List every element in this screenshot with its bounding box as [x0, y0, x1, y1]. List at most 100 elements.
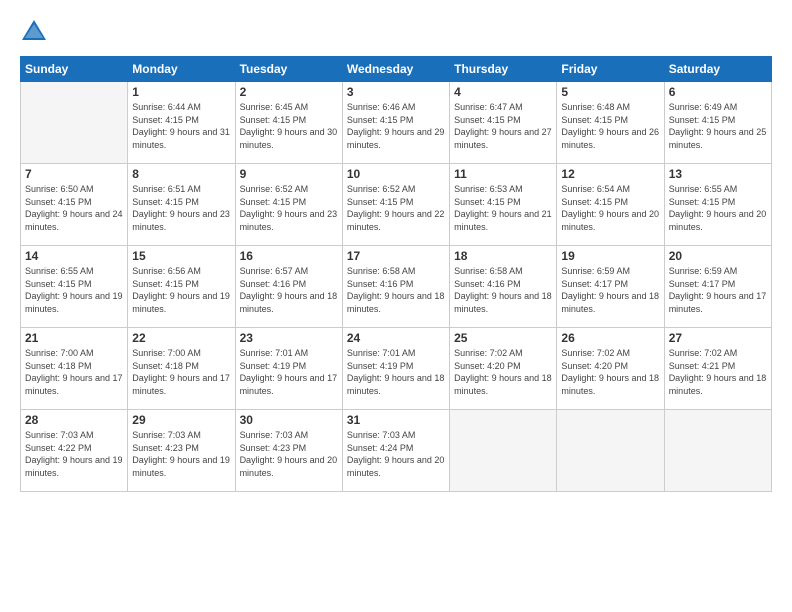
day-number: 19	[561, 249, 659, 263]
calendar-cell: 29 Sunrise: 7:03 AMSunset: 4:23 PMDayligh…	[128, 410, 235, 492]
week-row-0: 1 Sunrise: 6:44 AMSunset: 4:15 PMDaylight…	[21, 82, 772, 164]
day-number: 8	[132, 167, 230, 181]
day-info: Sunrise: 7:02 AMSunset: 4:20 PMDaylight:…	[454, 347, 552, 397]
calendar-cell: 30 Sunrise: 7:03 AMSunset: 4:23 PMDayligh…	[235, 410, 342, 492]
header	[20, 18, 772, 46]
day-info: Sunrise: 6:57 AMSunset: 4:16 PMDaylight:…	[240, 265, 338, 315]
day-number: 11	[454, 167, 552, 181]
day-info: Sunrise: 7:00 AMSunset: 4:18 PMDaylight:…	[25, 347, 123, 397]
day-info: Sunrise: 7:03 AMSunset: 4:23 PMDaylight:…	[132, 429, 230, 479]
day-number: 18	[454, 249, 552, 263]
day-number: 9	[240, 167, 338, 181]
day-info: Sunrise: 6:58 AMSunset: 4:16 PMDaylight:…	[454, 265, 552, 315]
day-info: Sunrise: 6:55 AMSunset: 4:15 PMDaylight:…	[669, 183, 767, 233]
calendar-cell: 1 Sunrise: 6:44 AMSunset: 4:15 PMDaylight…	[128, 82, 235, 164]
day-info: Sunrise: 6:59 AMSunset: 4:17 PMDaylight:…	[561, 265, 659, 315]
calendar-header: SundayMondayTuesdayWednesdayThursdayFrid…	[21, 57, 772, 82]
calendar-cell: 13Sunrise: 6:55 AMSunset: 4:15 PMDayligh…	[664, 164, 771, 246]
day-number: 22	[132, 331, 230, 345]
day-info: Sunrise: 7:01 AMSunset: 4:19 PMDaylight:…	[347, 347, 445, 397]
calendar-cell: 7 Sunrise: 6:50 AMSunset: 4:15 PMDaylight…	[21, 164, 128, 246]
calendar-cell: 28 Sunrise: 7:03 AMSunset: 4:22 PMDayligh…	[21, 410, 128, 492]
calendar-cell	[450, 410, 557, 492]
day-number: 20	[669, 249, 767, 263]
day-number: 30	[240, 413, 338, 427]
calendar-cell: 27 Sunrise: 7:02 AMSunset: 4:21 PMDayligh…	[664, 328, 771, 410]
calendar-cell	[21, 82, 128, 164]
day-number: 25	[454, 331, 552, 345]
day-number: 29	[132, 413, 230, 427]
header-cell-monday: Monday	[128, 57, 235, 82]
calendar-cell: 5 Sunrise: 6:48 AMSunset: 4:15 PMDaylight…	[557, 82, 664, 164]
day-info: Sunrise: 7:03 AMSunset: 4:24 PMDaylight:…	[347, 429, 445, 479]
day-info: Sunrise: 6:52 AMSunset: 4:15 PMDaylight:…	[347, 183, 445, 233]
calendar-table: SundayMondayTuesdayWednesdayThursdayFrid…	[20, 56, 772, 492]
calendar-cell	[664, 410, 771, 492]
day-number: 5	[561, 85, 659, 99]
calendar-cell: 8 Sunrise: 6:51 AMSunset: 4:15 PMDaylight…	[128, 164, 235, 246]
calendar-cell: 19 Sunrise: 6:59 AMSunset: 4:17 PMDayligh…	[557, 246, 664, 328]
header-cell-wednesday: Wednesday	[342, 57, 449, 82]
day-info: Sunrise: 7:03 AMSunset: 4:23 PMDaylight:…	[240, 429, 338, 479]
day-info: Sunrise: 6:51 AMSunset: 4:15 PMDaylight:…	[132, 183, 230, 233]
day-number: 6	[669, 85, 767, 99]
calendar-cell: 3 Sunrise: 6:46 AMSunset: 4:15 PMDaylight…	[342, 82, 449, 164]
day-info: Sunrise: 7:03 AMSunset: 4:22 PMDaylight:…	[25, 429, 123, 479]
day-number: 28	[25, 413, 123, 427]
calendar-cell: 22 Sunrise: 7:00 AMSunset: 4:18 PMDayligh…	[128, 328, 235, 410]
header-cell-tuesday: Tuesday	[235, 57, 342, 82]
day-number: 15	[132, 249, 230, 263]
day-info: Sunrise: 6:49 AMSunset: 4:15 PMDaylight:…	[669, 101, 767, 151]
calendar-cell: 9Sunrise: 6:52 AMSunset: 4:15 PMDaylight…	[235, 164, 342, 246]
calendar-cell: 25 Sunrise: 7:02 AMSunset: 4:20 PMDayligh…	[450, 328, 557, 410]
header-row: SundayMondayTuesdayWednesdayThursdayFrid…	[21, 57, 772, 82]
day-number: 10	[347, 167, 445, 181]
day-info: Sunrise: 6:45 AMSunset: 4:15 PMDaylight:…	[240, 101, 338, 151]
day-info: Sunrise: 7:00 AMSunset: 4:18 PMDaylight:…	[132, 347, 230, 397]
calendar-cell: 31Sunrise: 7:03 AMSunset: 4:24 PMDayligh…	[342, 410, 449, 492]
week-row-4: 28 Sunrise: 7:03 AMSunset: 4:22 PMDayligh…	[21, 410, 772, 492]
day-number: 26	[561, 331, 659, 345]
day-info: Sunrise: 6:54 AMSunset: 4:15 PMDaylight:…	[561, 183, 659, 233]
calendar-cell: 20Sunrise: 6:59 AMSunset: 4:17 PMDayligh…	[664, 246, 771, 328]
day-number: 4	[454, 85, 552, 99]
week-row-3: 21 Sunrise: 7:00 AMSunset: 4:18 PMDayligh…	[21, 328, 772, 410]
logo	[20, 18, 52, 46]
calendar-cell: 2 Sunrise: 6:45 AMSunset: 4:15 PMDaylight…	[235, 82, 342, 164]
day-number: 7	[25, 167, 123, 181]
calendar-cell: 10 Sunrise: 6:52 AMSunset: 4:15 PMDayligh…	[342, 164, 449, 246]
day-number: 27	[669, 331, 767, 345]
calendar-cell: 24 Sunrise: 7:01 AMSunset: 4:19 PMDayligh…	[342, 328, 449, 410]
calendar-body: 1 Sunrise: 6:44 AMSunset: 4:15 PMDaylight…	[21, 82, 772, 492]
day-info: Sunrise: 6:44 AMSunset: 4:15 PMDaylight:…	[132, 101, 230, 151]
week-row-1: 7 Sunrise: 6:50 AMSunset: 4:15 PMDaylight…	[21, 164, 772, 246]
day-info: Sunrise: 6:53 AMSunset: 4:15 PMDaylight:…	[454, 183, 552, 233]
day-number: 14	[25, 249, 123, 263]
calendar-cell: 6 Sunrise: 6:49 AMSunset: 4:15 PMDaylight…	[664, 82, 771, 164]
header-cell-friday: Friday	[557, 57, 664, 82]
day-info: Sunrise: 6:47 AMSunset: 4:15 PMDaylight:…	[454, 101, 552, 151]
day-info: Sunrise: 6:50 AMSunset: 4:15 PMDaylight:…	[25, 183, 123, 233]
day-info: Sunrise: 6:58 AMSunset: 4:16 PMDaylight:…	[347, 265, 445, 315]
day-info: Sunrise: 6:55 AMSunset: 4:15 PMDaylight:…	[25, 265, 123, 315]
calendar-cell: 21 Sunrise: 7:00 AMSunset: 4:18 PMDayligh…	[21, 328, 128, 410]
day-info: Sunrise: 6:48 AMSunset: 4:15 PMDaylight:…	[561, 101, 659, 151]
calendar-cell: 18 Sunrise: 6:58 AMSunset: 4:16 PMDayligh…	[450, 246, 557, 328]
day-number: 1	[132, 85, 230, 99]
day-info: Sunrise: 7:01 AMSunset: 4:19 PMDaylight:…	[240, 347, 338, 397]
page: SundayMondayTuesdayWednesdayThursdayFrid…	[0, 0, 792, 612]
calendar-cell: 23 Sunrise: 7:01 AMSunset: 4:19 PMDayligh…	[235, 328, 342, 410]
day-info: Sunrise: 7:02 AMSunset: 4:21 PMDaylight:…	[669, 347, 767, 397]
day-info: Sunrise: 6:46 AMSunset: 4:15 PMDaylight:…	[347, 101, 445, 151]
day-number: 21	[25, 331, 123, 345]
day-number: 3	[347, 85, 445, 99]
day-number: 16	[240, 249, 338, 263]
calendar-cell: 12Sunrise: 6:54 AMSunset: 4:15 PMDayligh…	[557, 164, 664, 246]
header-cell-thursday: Thursday	[450, 57, 557, 82]
day-number: 2	[240, 85, 338, 99]
day-number: 23	[240, 331, 338, 345]
day-number: 24	[347, 331, 445, 345]
day-number: 17	[347, 249, 445, 263]
calendar-cell: 15 Sunrise: 6:56 AMSunset: 4:15 PMDayligh…	[128, 246, 235, 328]
day-info: Sunrise: 6:56 AMSunset: 4:15 PMDaylight:…	[132, 265, 230, 315]
